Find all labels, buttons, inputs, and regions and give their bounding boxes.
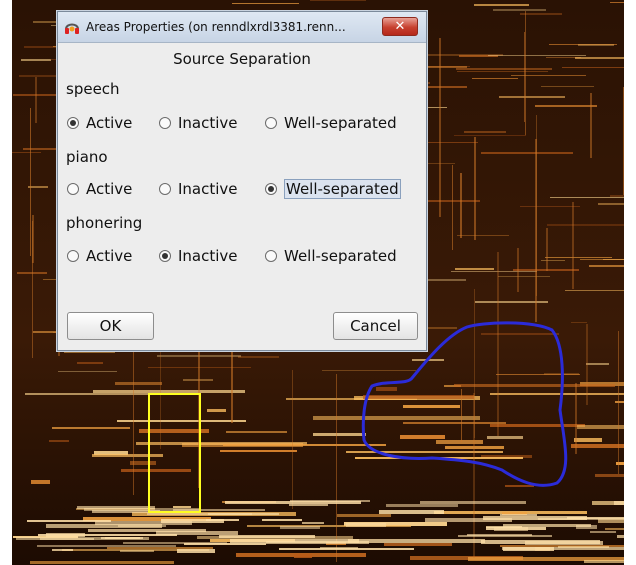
radio-phonering-active[interactable]: Active [67,245,132,267]
dialog-titlebar[interactable]: Areas Properties (on renndlxrdl3381.renn… [58,12,426,43]
radio-unselected-icon [67,250,79,262]
radio-phonering-inactive[interactable]: Inactive [159,245,238,267]
radio-piano-well-separated[interactable]: Well-separated [265,178,401,200]
radio-selected-icon [159,250,171,262]
radio-piano-inactive[interactable]: Inactive [159,178,238,200]
ok-button[interactable]: OK [67,312,154,340]
radio-unselected-icon [265,250,277,262]
cancel-button[interactable]: Cancel [333,312,418,340]
radio-speech-active[interactable]: Active [67,112,132,134]
dialog-title: Areas Properties (on renndlxrdl3381.renn… [86,20,346,34]
section-heading: Source Separation [173,50,311,68]
radio-piano-active[interactable]: Active [67,178,132,200]
areas-properties-dialog[interactable]: Areas Properties (on renndlxrdl3381.renn… [57,11,427,351]
group-label-phonering: phonering [66,214,143,232]
radio-unselected-icon [67,183,79,195]
radio-speech-inactive[interactable]: Inactive [159,112,238,134]
radio-unselected-icon [265,117,277,129]
group-label-piano: piano [66,148,108,166]
headphones-app-icon [65,23,79,34]
radio-phonering-well-separated[interactable]: Well-separated [265,245,397,267]
radio-speech-well-separated[interactable]: Well-separated [265,112,397,134]
radio-selected-icon [265,183,277,195]
radio-unselected-icon [159,183,171,195]
close-icon: ✕ [394,19,406,34]
close-button[interactable]: ✕ [382,17,418,36]
radio-unselected-icon [159,117,171,129]
group-label-speech: speech [66,80,120,98]
radio-selected-icon [67,117,79,129]
